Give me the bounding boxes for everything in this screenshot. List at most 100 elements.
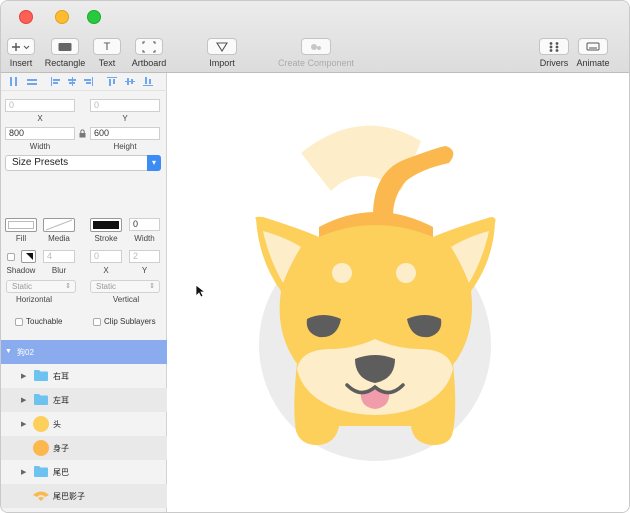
layer-name: 尾巴 — [53, 468, 69, 477]
layer-row[interactable]: 身子 — [1, 436, 167, 460]
insert-tool[interactable]: Insert — [6, 38, 36, 68]
zoom-window-button[interactable] — [87, 10, 101, 24]
text-tool[interactable]: T Text — [93, 38, 121, 68]
align-top-icon[interactable] — [107, 77, 117, 86]
rectangle-icon[interactable] — [51, 38, 79, 55]
layer-name: 头 — [53, 420, 61, 429]
horizontal-constraint-select[interactable]: Static ⇕ — [6, 280, 76, 293]
media-swatch[interactable] — [43, 218, 75, 232]
drivers-icon[interactable] — [539, 38, 569, 55]
x-label: X — [37, 114, 43, 123]
shadow-y-field[interactable]: 2 — [129, 250, 160, 263]
import-tool[interactable]: Import — [204, 38, 240, 68]
insert-label: Insert — [9, 58, 33, 68]
layer-row[interactable]: 尾巴影子 — [1, 484, 167, 508]
distribute-horizontal-icon[interactable] — [9, 77, 19, 86]
close-window-button[interactable] — [19, 10, 33, 24]
distribute-vertical-icon[interactable] — [27, 77, 37, 86]
layer-row[interactable]: ▼ 狗02 — [1, 340, 167, 364]
alignment-toolbar — [1, 73, 167, 91]
shape-path-icon — [32, 490, 50, 504]
y-position-field[interactable]: 0 — [90, 99, 160, 112]
artboard-label: Artboard — [131, 58, 167, 68]
drivers-label: Drivers — [539, 58, 569, 68]
stroke-width-label: Width — [134, 234, 155, 243]
shadow-checkbox[interactable] — [7, 253, 15, 261]
minimize-window-button[interactable] — [55, 10, 69, 24]
fill-label: Fill — [15, 234, 27, 243]
updown-icon: ⇕ — [65, 283, 71, 290]
stroke-width-field[interactable]: 0 — [129, 218, 160, 231]
stroke-swatch[interactable] — [90, 218, 122, 232]
vertical-constraint-value: Static — [96, 282, 117, 291]
width-field[interactable]: 800 — [5, 127, 75, 140]
animate-icon[interactable] — [578, 38, 608, 55]
size-presets-value: Size Presets — [12, 157, 69, 168]
design-canvas[interactable] — [167, 73, 629, 512]
clip-sublayers-label: Clip Sublayers — [104, 317, 156, 326]
left-brow-shape — [332, 263, 352, 283]
vertical-constraint-select[interactable]: Static ⇕ — [90, 280, 160, 293]
right-brow-shape — [396, 263, 416, 283]
align-left-icon[interactable] — [51, 77, 61, 86]
artboard-icon[interactable] — [135, 38, 163, 55]
component-icon[interactable] — [301, 38, 331, 55]
import-icon[interactable] — [207, 38, 237, 55]
disclosure-open-icon[interactable]: ▼ — [5, 348, 12, 355]
rectangle-tool[interactable]: Rectangle — [43, 38, 87, 68]
layer-name: 左耳 — [53, 396, 69, 405]
layer-name: 右耳 — [53, 372, 69, 381]
vertical-label: Vertical — [112, 295, 140, 304]
toolbar: Insert Rectangle T Text Artboard Import — [1, 1, 629, 73]
touchable-label: Touchable — [26, 317, 63, 326]
disclosure-closed-icon[interactable]: ▶ — [21, 396, 26, 404]
shadow-x-field[interactable]: 0 — [90, 250, 122, 263]
folder-icon — [34, 393, 48, 407]
touchable-checkbox[interactable] — [15, 318, 23, 326]
fill-swatch[interactable] — [5, 218, 37, 232]
shadow-label: Shadow — [6, 266, 36, 275]
y-label: Y — [122, 114, 128, 123]
blur-field[interactable]: 4 — [43, 250, 75, 263]
rectangle-label: Rectangle — [44, 58, 86, 68]
mouse-cursor-icon — [195, 284, 207, 300]
layer-row[interactable]: ▶ 右耳 — [1, 364, 167, 388]
folder-icon — [34, 465, 48, 479]
app-window: Insert Rectangle T Text Artboard Import — [0, 0, 630, 513]
chevron-down-icon: ▾ — [147, 155, 161, 171]
stroke-label: Stroke — [94, 234, 118, 243]
shadow-x-label: X — [103, 266, 109, 275]
plus-icon[interactable] — [7, 38, 35, 55]
horizontal-constraint-value: Static — [12, 282, 33, 291]
text-icon[interactable]: T — [93, 38, 121, 55]
media-label: Media — [48, 234, 70, 243]
align-center-icon[interactable] — [67, 77, 77, 86]
inspector-sidebar: 0 X 0 Y 800 Width 600 Height Size Preset… — [1, 73, 167, 512]
layer-row[interactable]: ▶ 尾巴 — [1, 460, 167, 484]
drivers-tool[interactable]: Drivers — [537, 38, 571, 68]
layer-row[interactable]: ▶ 头 — [1, 412, 167, 436]
shadow-color-swatch[interactable] — [21, 250, 36, 263]
create-component-tool[interactable]: Create Component — [275, 38, 357, 68]
lock-ratio-icon[interactable] — [79, 129, 86, 140]
align-middle-icon[interactable] — [125, 77, 135, 86]
align-right-icon[interactable] — [83, 77, 93, 86]
layer-row[interactable]: ▶ 左耳 — [1, 388, 167, 412]
x-position-field[interactable]: 0 — [5, 99, 75, 112]
disclosure-closed-icon[interactable]: ▶ — [21, 420, 26, 428]
folder-icon — [34, 369, 48, 383]
align-bottom-icon[interactable] — [143, 77, 153, 86]
disclosure-closed-icon[interactable]: ▶ — [21, 372, 26, 380]
layer-name: 狗02 — [17, 348, 34, 357]
artboard-tool[interactable]: Artboard — [129, 38, 169, 68]
width-label: Width — [29, 142, 51, 151]
height-label: Height — [113, 142, 137, 151]
dog-illustration[interactable] — [167, 73, 629, 512]
circle-shape-icon — [33, 440, 49, 458]
size-presets-select[interactable]: Size Presets ▾ — [5, 155, 161, 171]
disclosure-closed-icon[interactable]: ▶ — [21, 468, 26, 476]
updown-icon: ⇕ — [149, 283, 155, 290]
animate-tool[interactable]: Animate — [575, 38, 611, 68]
clip-sublayers-checkbox[interactable] — [93, 318, 101, 326]
height-field[interactable]: 600 — [90, 127, 160, 140]
